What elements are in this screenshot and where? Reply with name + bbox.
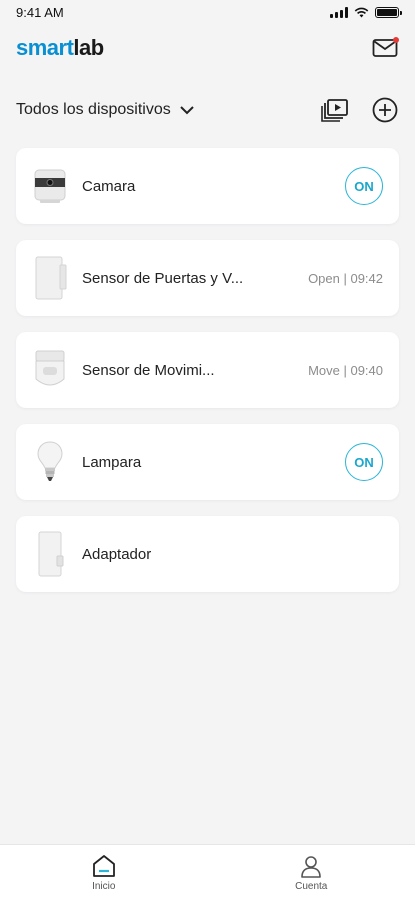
device-card-adaptador[interactable]: Adaptador xyxy=(16,516,399,592)
nav-label: Cuenta xyxy=(295,880,328,892)
notification-dot xyxy=(393,37,399,43)
status-icons xyxy=(330,6,402,18)
device-card-camara[interactable]: Camara ON xyxy=(16,148,399,224)
app-header: smartlab xyxy=(16,30,399,66)
camera-device-icon xyxy=(30,160,70,212)
status-bar: 9:41 AM xyxy=(0,0,415,24)
battery-icon xyxy=(375,6,402,18)
nav-tab-cuenta[interactable]: Cuenta xyxy=(251,854,371,892)
add-circle-icon xyxy=(372,97,398,123)
wifi-icon xyxy=(354,7,369,17)
device-name: Camara xyxy=(82,177,136,195)
motion-sensor-icon xyxy=(30,344,70,396)
device-name: Adaptador xyxy=(82,545,152,563)
device-name: Sensor de Movimi... xyxy=(82,361,215,379)
device-status: Open | 09:42 xyxy=(308,270,383,286)
power-toggle[interactable]: ON xyxy=(345,443,383,481)
device-name: Sensor de Puertas y V... xyxy=(82,269,244,287)
device-filter-dropdown[interactable]: Todos los dispositivos xyxy=(16,101,195,119)
bottom-navigation: Inicio Cuenta xyxy=(0,844,415,900)
media-gallery-button[interactable] xyxy=(321,96,349,124)
video-gallery-icon xyxy=(321,99,348,122)
device-toolbar: Todos los dispositivos xyxy=(16,92,399,128)
light-bulb-icon xyxy=(30,436,70,488)
messages-button[interactable] xyxy=(371,36,399,60)
add-device-button[interactable] xyxy=(371,96,399,124)
device-name: Lampara xyxy=(82,453,142,471)
power-toggle[interactable]: ON xyxy=(345,167,383,205)
nav-label: Inicio xyxy=(92,880,116,892)
smartlab-logo: smartlab xyxy=(16,35,104,60)
home-icon xyxy=(92,854,115,877)
cellular-signal-icon xyxy=(330,6,348,18)
app-screen: 9:41 AM smartlab Todos los dispositivos … xyxy=(0,0,415,900)
user-icon xyxy=(301,855,322,878)
chevron-down-icon xyxy=(180,106,194,115)
device-card-lampara[interactable]: Lampara ON xyxy=(16,424,399,500)
device-status: Move | 09:40 xyxy=(308,362,383,378)
nav-tab-inicio[interactable]: Inicio xyxy=(44,854,164,892)
toolbar-actions xyxy=(321,96,399,124)
status-time: 9:41 AM xyxy=(16,4,64,20)
device-list: Camara ON Sensor de Puertas y V... Open … xyxy=(16,148,399,608)
door-sensor-icon xyxy=(30,252,70,304)
device-filter-label: Todos los dispositivos xyxy=(16,101,171,118)
device-card-door-sensor[interactable]: Sensor de Puertas y V... Open | 09:42 xyxy=(16,240,399,316)
adapter-icon xyxy=(30,528,70,580)
device-card-motion-sensor[interactable]: Sensor de Movimi... Move | 09:40 xyxy=(16,332,399,408)
